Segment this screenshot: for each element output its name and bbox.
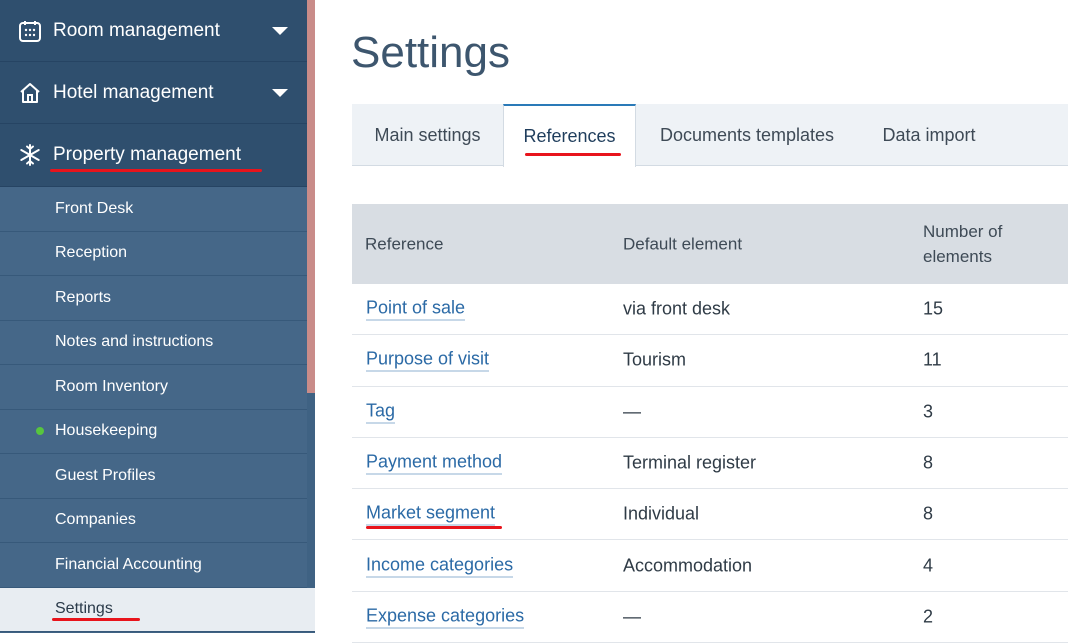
reference-link[interactable]: Income categories [366, 554, 514, 578]
sidebar-item-housekeeping[interactable]: Housekeeping [0, 409, 307, 454]
sidebar-item-label: Reports [55, 288, 112, 306]
references-table: Reference Default element Number of elem… [352, 204, 1068, 643]
column-header-default-element[interactable]: Default element [623, 232, 742, 257]
page-title: Settings [351, 28, 510, 77]
sidebar-submenu: Front Desk Reception Reports Notes and i… [0, 187, 315, 632]
sidebar-section-label: Room management [53, 19, 220, 41]
reference-link[interactable]: Point of sale [366, 298, 466, 321]
sidebar-section-property-management[interactable]: Property management [0, 124, 307, 187]
element-count: 11 [923, 349, 942, 370]
tab-main-settings[interactable]: Main settings [352, 104, 503, 166]
annotation-underline [525, 153, 621, 156]
chevron-down-icon [272, 88, 288, 97]
sidebar-item-label: Housekeeping [55, 422, 158, 440]
element-count: 2 [923, 606, 934, 627]
sidebar: Room management Hotel management Propert… [0, 0, 315, 633]
default-element-value: Terminal register [623, 452, 757, 473]
sidebar-item-label: Front Desk [55, 199, 134, 217]
sidebar-item-label: Guest Profiles [55, 466, 156, 484]
reference-link[interactable]: Tag [366, 400, 396, 424]
annotation-underline [52, 618, 140, 621]
sidebar-item-label: Companies [55, 511, 136, 529]
annotation-underline [50, 169, 262, 172]
tab-data-import[interactable]: Data import [858, 104, 1000, 166]
calendar-icon [19, 20, 41, 42]
column-header-line: Number of [923, 222, 1003, 241]
element-count: 3 [923, 401, 934, 422]
house-icon [20, 82, 40, 103]
sidebar-scrollbar[interactable] [307, 0, 315, 393]
snowflake-icon [20, 144, 40, 166]
default-element-value: Accommodation [623, 555, 753, 576]
sidebar-item-label: Room Inventory [55, 377, 168, 395]
table-row: Expense categories — 2 [352, 592, 1068, 643]
tab-label: References [523, 126, 616, 146]
table-row: Purpose of visit Tourism 11 [352, 335, 1068, 387]
reference-link[interactable]: Market segment [366, 503, 496, 526]
sidebar-item-label: Settings [55, 600, 113, 618]
sidebar-item-financial-accounting[interactable]: Financial Accounting [0, 543, 307, 588]
column-header-number-of-elements[interactable]: Number of elements [923, 219, 1002, 269]
sidebar-item-settings[interactable]: Settings [0, 587, 315, 632]
tab-label: Documents templates [659, 124, 835, 145]
tab-label: Main settings [374, 124, 481, 145]
sidebar-section-label: Hotel management [53, 81, 214, 103]
sidebar-item-reception[interactable]: Reception [0, 231, 307, 276]
table-row: Point of sale via front desk 15 [352, 284, 1068, 336]
table-row: Market segment Individual 8 [352, 489, 1068, 541]
reference-link[interactable]: Payment method [366, 452, 503, 475]
default-element-value: — [623, 401, 641, 422]
element-count: 15 [923, 298, 944, 319]
tab-label: Data import [882, 124, 976, 145]
table-row: Payment method Terminal register 8 [352, 438, 1068, 490]
table-row: Tag — 3 [352, 387, 1068, 438]
default-element-value: Tourism [623, 349, 687, 370]
tab-references[interactable]: References [503, 104, 636, 167]
default-element-value: — [623, 606, 641, 627]
column-header-reference[interactable]: Reference [365, 232, 443, 257]
element-count: 8 [923, 503, 934, 524]
sidebar-section-hotel-management[interactable]: Hotel management [0, 62, 307, 124]
sidebar-item-companies[interactable]: Companies [0, 498, 307, 543]
default-element-value: via front desk [623, 298, 731, 319]
default-element-value: Individual [623, 503, 700, 524]
table-row: Income categories Accommodation 4 [352, 540, 1068, 592]
element-count: 4 [923, 555, 934, 576]
table-header: Reference Default element Number of elem… [352, 204, 1068, 284]
sidebar-item-label: Notes and instructions [55, 333, 214, 351]
sidebar-item-reports[interactable]: Reports [0, 276, 307, 321]
sidebar-section-label: Property management [53, 144, 241, 165]
sidebar-item-label: Reception [55, 244, 128, 262]
sidebar-item-label: Financial Accounting [55, 555, 202, 573]
tab-documents-templates[interactable]: Documents templates [636, 104, 858, 166]
tab-bar: Main settings References Documents templ… [352, 104, 1068, 167]
sidebar-section-room-management[interactable]: Room management [0, 0, 307, 62]
reference-link[interactable]: Expense categories [366, 605, 525, 629]
sidebar-item-room-inventory[interactable]: Room Inventory [0, 365, 307, 410]
chevron-down-icon [272, 26, 288, 35]
sidebar-item-front-desk[interactable]: Front Desk [0, 187, 307, 232]
sidebar-item-notes-and-instructions[interactable]: Notes and instructions [0, 320, 307, 365]
reference-link[interactable]: Purpose of visit [366, 349, 490, 372]
sidebar-item-guest-profiles[interactable]: Guest Profiles [0, 454, 307, 499]
column-header-line: elements [923, 247, 992, 266]
annotation-underline [366, 526, 502, 529]
element-count: 8 [923, 452, 934, 473]
status-dot [36, 427, 44, 436]
